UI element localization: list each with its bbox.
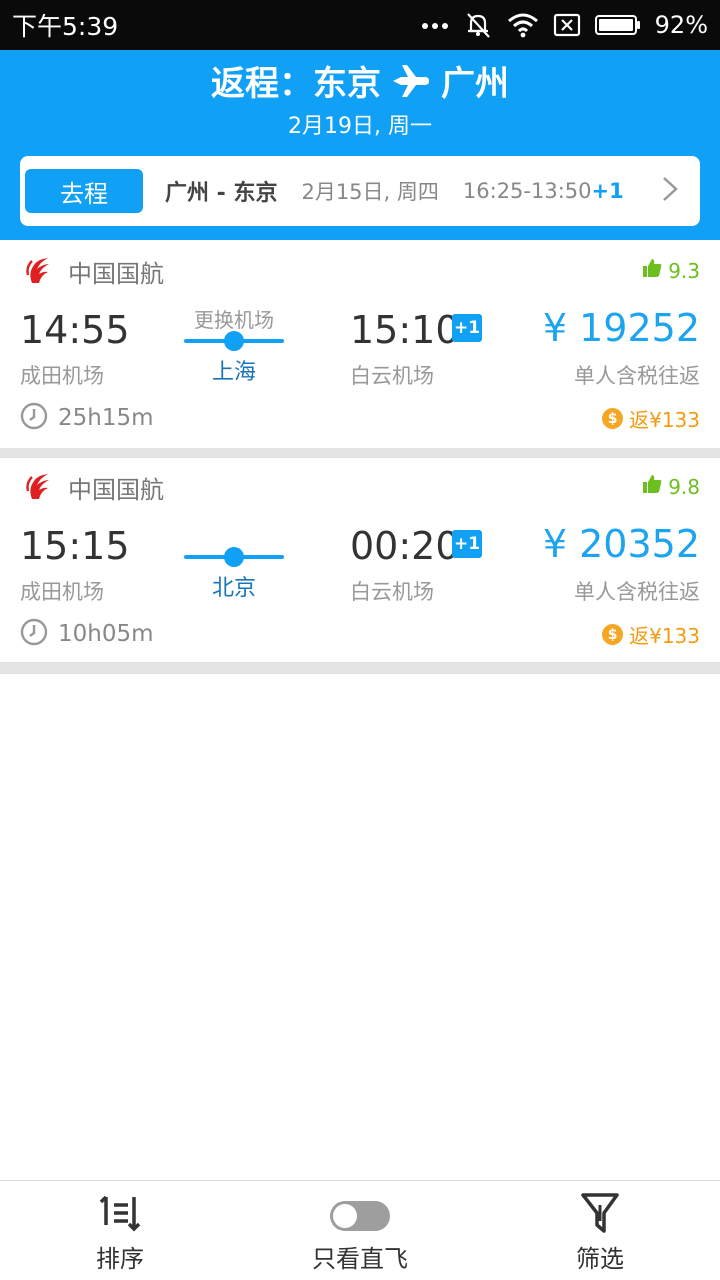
silent-bell-icon (463, 10, 493, 40)
thumbs-up-icon (642, 258, 662, 283)
status-bar: 下午5:39 92% (0, 0, 720, 50)
rating: 9.8 (642, 474, 700, 499)
return-date: 2月19日, 周一 (288, 114, 432, 139)
cashback: 返¥133 (629, 624, 700, 648)
filter-icon (480, 1191, 720, 1235)
departure-time: 15:15 (20, 524, 130, 568)
flight-card[interactable]: 中国国航 9.8 15:15 成田机场 北京 00:20 +1 白云机场 ¥ 2… (0, 458, 720, 664)
outbound-tag: 去程 (25, 169, 143, 213)
stopover-dot (224, 331, 244, 351)
battery-icon (594, 14, 641, 36)
duration-row: 10h05m (20, 618, 154, 650)
sim-off-icon (553, 13, 581, 37)
return-destination: 广州 (441, 64, 509, 104)
cashback: 返¥133 (629, 408, 700, 432)
day-offset-badge: +1 (452, 314, 482, 342)
airline-row: 中国国航 (22, 470, 164, 505)
stopover-dot (224, 547, 244, 567)
airline-name: 中国国航 (68, 476, 164, 504)
price: ¥ 19252 (542, 306, 700, 350)
price-note: 单人含税往返 (574, 580, 700, 604)
rating: 9.3 (642, 258, 700, 283)
stopover-city: 北京 (211, 576, 256, 601)
sort-label: 排序 (96, 1245, 144, 1273)
duration-row: 25h15m (20, 402, 154, 434)
airline-row: 中国国航 (22, 254, 164, 289)
thumbs-up-icon (642, 474, 662, 499)
rating-value: 9.8 (668, 474, 700, 499)
page-title: 返程：东京 广州 (0, 56, 720, 105)
clock-icon (20, 402, 48, 434)
flight-card[interactable]: 中国国航 9.3 14:55 成田机场 更换机场 上海 15:10 +1 白云机… (0, 242, 720, 448)
direct-flight-label: 只看直飞 (312, 1245, 408, 1273)
header: 返程：东京 广州 2月19日, 周一 去程 广州 - 东京 2月15日, 周四 … (0, 50, 720, 240)
transfer-note: 更换机场 (194, 308, 274, 332)
coin-icon: $ (602, 624, 624, 645)
price-note: 单人含税往返 (574, 364, 700, 388)
arrival-airport: 白云机场 (350, 580, 434, 604)
clock-icon (20, 618, 48, 650)
toggle-track (330, 1201, 390, 1231)
departure-airport: 成田机场 (20, 364, 104, 388)
outbound-time: 16:25-13:50+1 (462, 179, 624, 203)
status-time: 下午5:39 (12, 12, 119, 41)
filter-label: 筛选 (576, 1245, 624, 1273)
chevron-right-icon[interactable] (660, 174, 680, 208)
departure-time: 14:55 (20, 308, 130, 352)
duration: 10h05m (58, 621, 154, 647)
outbound-date: 2月15日, 周四 (301, 180, 439, 204)
cashback-row: $ 返¥133 (602, 404, 700, 433)
outbound-day-offset: +1 (591, 179, 624, 203)
coin-icon: $ (602, 408, 624, 429)
arrival-time: 00:20 (350, 524, 460, 568)
more-dots-icon (421, 20, 449, 30)
airplane-icon (391, 64, 431, 98)
airline-name: 中国国航 (68, 260, 164, 288)
sort-button[interactable]: 排序 (0, 1181, 240, 1280)
departure-airport: 成田机场 (20, 580, 104, 604)
toggle-switch[interactable] (240, 1201, 480, 1231)
outbound-route: 广州 - 东京 (165, 181, 278, 206)
wifi-icon (507, 12, 539, 38)
stopover-city: 上海 (211, 360, 256, 385)
bottom-toolbar: 排序 只看直飞 筛选 (0, 1180, 720, 1280)
cashback-row: $ 返¥133 (602, 620, 700, 649)
filter-button[interactable]: 筛选 (480, 1181, 720, 1280)
air-china-logo-icon (22, 471, 52, 505)
card-divider (0, 662, 720, 674)
arrival-time: 15:10 (350, 308, 460, 352)
status-icons: 92% (421, 10, 708, 40)
air-china-logo-icon (22, 255, 52, 289)
rating-value: 9.3 (668, 258, 700, 283)
outbound-summary[interactable]: 去程 广州 - 东京 2月15日, 周四 16:25-13:50+1 (20, 156, 700, 226)
sort-icon (0, 1191, 240, 1235)
toggle-knob (333, 1204, 357, 1228)
price: ¥ 20352 (542, 522, 700, 566)
direct-flight-toggle[interactable]: 只看直飞 (240, 1181, 480, 1280)
day-offset-badge: +1 (452, 530, 482, 558)
duration: 25h15m (58, 405, 154, 431)
battery-percent: 92% (654, 11, 708, 39)
arrival-airport: 白云机场 (350, 364, 434, 388)
return-origin: 返程：东京 (211, 64, 381, 104)
